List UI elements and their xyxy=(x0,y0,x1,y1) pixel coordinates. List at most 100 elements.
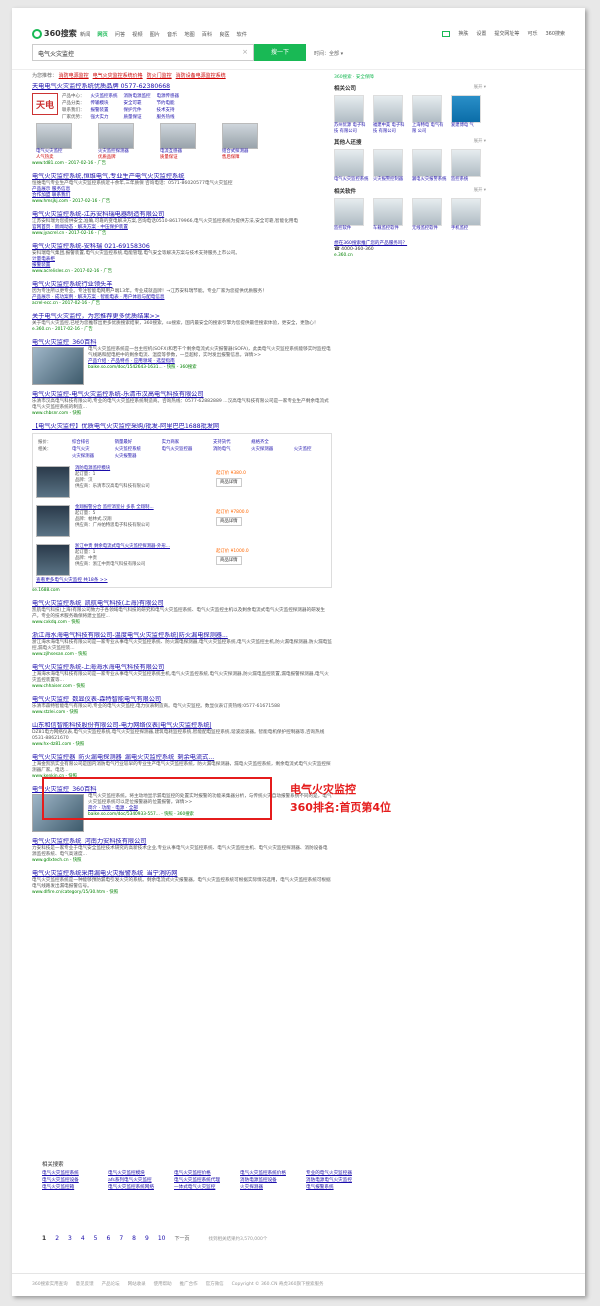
result-title[interactable]: 山东和信智能科技股份有限公司-电力网络仪表|电气火灾监控系统| xyxy=(32,722,332,730)
result-title[interactable]: 天电电气火灾监控系统优质品牌 0577-62380668 xyxy=(32,83,332,91)
filter-link[interactable]: 消防电气 xyxy=(213,446,245,452)
search-input[interactable]: 电气火灾监控 × xyxy=(32,44,254,61)
sitelink[interactable]: 成功案例 xyxy=(55,295,73,300)
sitelink[interactable]: 产品展示 xyxy=(32,187,50,192)
result-title[interactable]: 电气火灾监控器_防火漏电探测器_漏电火灾监控系统_剩余电流式... xyxy=(32,754,332,762)
footer-link[interactable]: 产品论坛 xyxy=(102,1281,120,1287)
related-link[interactable]: 电气火灾监控系统 xyxy=(42,1171,98,1177)
product-card[interactable]: 火灾监控探测器 优质品牌 xyxy=(98,123,142,160)
next-page-button[interactable]: 下一页 xyxy=(174,1235,189,1242)
result-title[interactable]: 电气火灾监控系统-安科瑞 021-69158306 xyxy=(32,243,332,251)
nav-video[interactable]: 视频 xyxy=(132,31,142,38)
result-title[interactable]: 电气火灾监控系统-上海海水海电气科技有限公司 xyxy=(32,664,332,672)
sitelink[interactable]: 智能电表 xyxy=(100,295,118,300)
grid-link[interactable]: 技术支持 xyxy=(157,107,180,113)
sitelink[interactable]: 用户体验与配电信息 xyxy=(123,295,164,300)
nav-baike[interactable]: 百科 xyxy=(202,31,212,38)
related-link[interactable]: 一体式电气火灾监控 xyxy=(174,1185,230,1191)
time-filter[interactable]: 时间：全部 ▾ xyxy=(314,50,343,57)
page-link[interactable]: 3 xyxy=(68,1235,72,1242)
grid-link[interactable]: 火灾监控系统 xyxy=(91,93,118,99)
software-card[interactable]: 车载监控软件 xyxy=(373,197,408,232)
sitelink[interactable]: 合作加盟 xyxy=(32,193,50,198)
similar-card[interactable]: 监控系统 xyxy=(451,149,486,183)
product-card[interactable]: 组合式探测器 售后保障 xyxy=(222,123,266,160)
sitelink[interactable]: 服务信息 xyxy=(52,187,70,192)
sitelink[interactable]: 产品展示 xyxy=(32,295,50,300)
result-title[interactable]: 电气火灾监控系统_河南力安科技有限公司 xyxy=(32,838,332,846)
page-link[interactable]: 8 xyxy=(132,1235,136,1242)
result-title[interactable]: 电气火灾监控系统采用漏电火灾报警系统_当宁消防网 xyxy=(32,870,332,878)
related-link[interactable]: 消防电源监控设备 xyxy=(240,1178,296,1184)
sitelink[interactable]: 选型指南 xyxy=(156,359,174,364)
shop-item-name[interactable]: 浙江中贵 剩余电流式电气火灾监控探测器-外形... xyxy=(75,544,170,549)
expand-link[interactable]: 展开 ▾ xyxy=(474,84,486,90)
grid-link[interactable]: 质量保证 xyxy=(124,114,151,120)
filter-link[interactable]: 电气火灾监控器 xyxy=(162,446,207,452)
nav-maps[interactable]: 地图 xyxy=(184,31,194,38)
related-link[interactable]: 电气火灾监控箱 xyxy=(42,1185,98,1191)
grid-link[interactable]: 报警装置 xyxy=(91,107,118,113)
sitelink[interactable]: 解决方案 xyxy=(78,225,96,230)
sitelink[interactable]: 产品特点 xyxy=(111,359,129,364)
product-card[interactable]: 电流互感器 质量保证 xyxy=(160,123,204,160)
filter-link[interactable]: 实力商家 xyxy=(162,439,207,445)
footer-link[interactable]: 360搜索实用查询 xyxy=(32,1281,68,1287)
filter-link[interactable]: 销量最好 xyxy=(115,439,156,445)
nav-news[interactable]: 新闻 xyxy=(80,31,90,38)
sitelink[interactable]: 应用领域 xyxy=(134,359,152,364)
footer-link[interactable]: 推广合作 xyxy=(180,1281,198,1287)
company-card[interactable]: 福建中美 电子科技 有限公司 xyxy=(373,95,408,134)
similar-card[interactable]: 漏电火灾报警系统 xyxy=(412,149,447,183)
sitelink[interactable]: 计量电表柜 xyxy=(32,257,55,262)
related-link[interactable]: 电气火灾监控系统网络 xyxy=(108,1185,164,1191)
grid-link[interactable]: 消防电源监控 xyxy=(124,93,151,99)
detail-button[interactable]: 商品详情 xyxy=(216,478,242,487)
result-title[interactable]: 电气火灾监控系统_凯航电气科技(上海)有限公司 xyxy=(32,600,332,608)
sitelink[interactable]: 新闻动态 xyxy=(55,225,73,230)
sitelink[interactable]: 联系我们 xyxy=(52,193,70,198)
result-title[interactable]: 电气火灾监控_360百科 xyxy=(32,339,332,347)
result-title[interactable]: 电气火灾监控系统-江苏安科瑞电器制造有限公司 xyxy=(32,211,332,219)
sitelink[interactable]: 解决方案 xyxy=(78,295,96,300)
shop-item-name[interactable]: 金翔报警分合 监控消室分 多系 全翔制... xyxy=(75,505,154,510)
filter-link[interactable]: 规格齐全 xyxy=(251,439,288,445)
nav-images[interactable]: 图片 xyxy=(150,31,160,38)
software-card[interactable]: 监控软件 xyxy=(334,197,369,232)
suggest-item[interactable]: 防火门监控 xyxy=(147,73,172,79)
sitelink[interactable]: 官网首页 xyxy=(32,225,50,230)
settings-link[interactable]: 设置 xyxy=(476,30,486,37)
related-link[interactable]: 电气报警系统 xyxy=(306,1185,362,1191)
grid-link[interactable]: 传输模块 xyxy=(91,100,118,106)
grid-link[interactable]: 服务热线 xyxy=(157,114,180,120)
nav-music[interactable]: 音乐 xyxy=(167,31,177,38)
related-link[interactable]: 专业的电气火灾监控器 xyxy=(306,1171,362,1177)
detail-button[interactable]: 商品详情 xyxy=(216,517,242,526)
product-card[interactable]: 电气火灾监控 人气热卖 xyxy=(36,123,80,160)
result-title[interactable]: 电气火灾监控-电气火灾监控系统-乐清市汉高电气科技有限公司 xyxy=(32,391,332,399)
company-card[interactable]: 上海特电 电气有限 公司 xyxy=(412,95,447,134)
logo[interactable]: 360搜索 xyxy=(32,28,77,39)
software-card[interactable]: 手机监控 xyxy=(451,197,486,232)
software-card[interactable]: 无线监控软件 xyxy=(412,197,447,232)
expand-link[interactable]: 展开 ▾ xyxy=(474,138,486,144)
suggest-item[interactable]: 电气火灾监控系统价格 xyxy=(93,73,143,79)
result-title[interactable]: 电气火灾监控系统,恒维电气,专业生产电气火灾监控系统 xyxy=(32,173,332,181)
footer-link[interactable]: 官方微信 xyxy=(206,1281,224,1287)
suggest-item[interactable]: 消防电源监控 xyxy=(59,73,89,79)
grid-link[interactable]: 安全可靠 xyxy=(124,100,151,106)
filter-link[interactable]: 火灾探测器 xyxy=(251,446,288,452)
related-link[interactable]: afs系列电气火灾监控 xyxy=(108,1178,164,1184)
clear-icon[interactable]: × xyxy=(242,48,248,56)
grid-link[interactable]: 保护元件 xyxy=(124,107,151,113)
expand-link[interactable]: 展开 ▾ xyxy=(474,187,486,193)
filter-link[interactable]: 电气火灾 xyxy=(72,446,109,452)
related-link[interactable]: 电气火灾监控设备 xyxy=(42,1178,98,1184)
similar-card[interactable]: 火灾报警控制器 xyxy=(373,149,408,183)
grid-link[interactable]: 节约电能 xyxy=(157,100,180,106)
filter-link[interactable]: 支持货代 xyxy=(213,439,245,445)
result-title[interactable]: 浙江海水海电气科技有限公司-温度电气火灾监控系统|防火漏电探测器... xyxy=(32,632,332,640)
sitelink[interactable]: 报警装置 xyxy=(32,263,50,268)
shop-more-link[interactable]: 查看更多电气火灾监控 共18条 >> xyxy=(36,578,328,584)
page-link[interactable]: 5 xyxy=(94,1235,98,1242)
